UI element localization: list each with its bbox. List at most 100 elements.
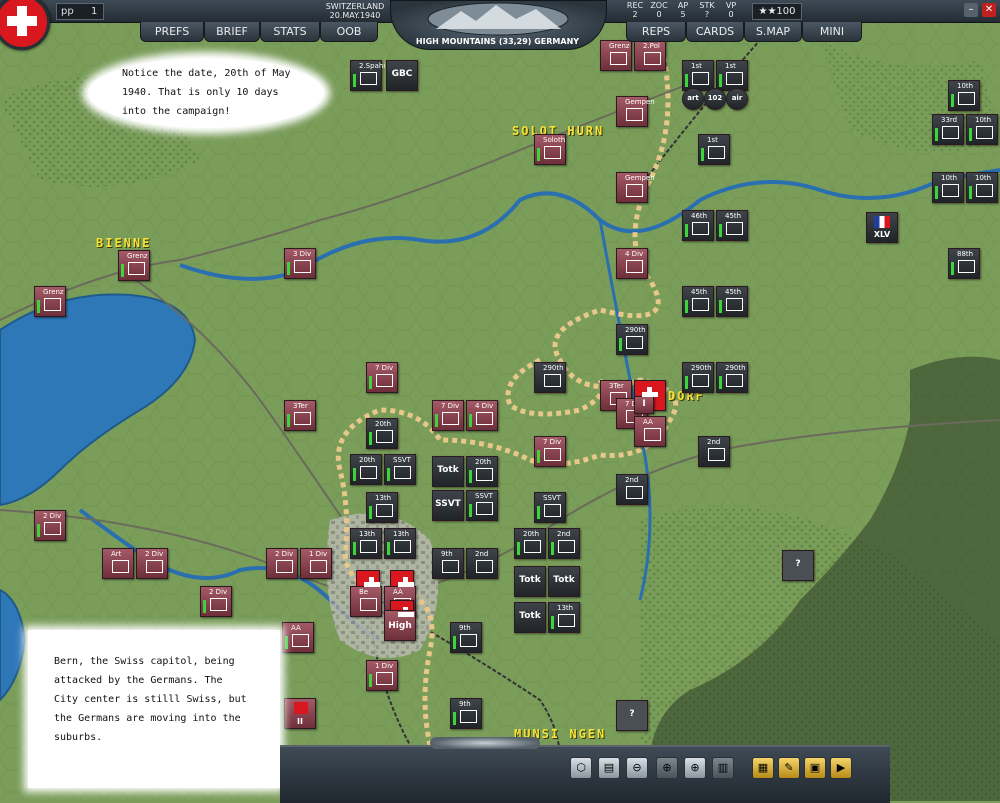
unit-counter[interactable]: air: [726, 88, 748, 110]
unit-counter[interactable]: 102: [704, 88, 726, 110]
unit-counter[interactable]: 2 Div: [34, 510, 66, 541]
unit-counter[interactable]: 2 Div: [200, 586, 232, 617]
unit-counter[interactable]: SSVT: [384, 454, 416, 485]
unit-counter[interactable]: SSVT: [432, 490, 464, 521]
strength-bar: [353, 468, 356, 481]
cards-button[interactable]: CARDS: [686, 22, 744, 42]
unit-counter[interactable]: 33rd: [932, 114, 964, 145]
unit-counter[interactable]: 45th: [716, 286, 748, 317]
unit-counter[interactable]: 9th: [432, 548, 464, 579]
unit-counter[interactable]: 9th: [450, 698, 482, 729]
unit-counter[interactable]: 1st: [716, 60, 748, 91]
armor-symbol: [626, 486, 643, 499]
oob-button[interactable]: OOB: [320, 22, 378, 42]
unit-counter[interactable]: 45th: [716, 210, 748, 241]
unit-counter[interactable]: Soloth: [534, 134, 566, 165]
strategic-map-button[interactable]: S.MAP: [744, 22, 802, 42]
unit-counter[interactable]: AA: [634, 416, 666, 447]
unit-counter[interactable]: 3Ter: [284, 400, 316, 431]
unit-counter[interactable]: 290th: [716, 362, 748, 393]
end-turn-icon[interactable]: ▶: [830, 757, 852, 779]
unknown-unit[interactable]: ?: [616, 700, 648, 731]
unit-counter[interactable]: 13th: [548, 602, 580, 633]
unit-counter[interactable]: 13th: [384, 528, 416, 559]
save-icon[interactable]: ▣: [804, 757, 826, 779]
unit-counter[interactable]: Be: [350, 586, 382, 617]
unit-counter[interactable]: I: [634, 396, 654, 414]
unknown-unit[interactable]: ?: [782, 550, 814, 581]
unit-counter[interactable]: 7 Div: [534, 436, 566, 467]
infantry-symbol: [626, 260, 643, 273]
prefs-button[interactable]: PREFS: [140, 22, 204, 42]
unit-counter[interactable]: 290th: [616, 324, 648, 355]
zoom-out-icon[interactable]: ⊖: [626, 757, 648, 779]
unit-counter[interactable]: 2nd: [698, 436, 730, 467]
unit-counter[interactable]: 13th: [366, 492, 398, 523]
unit-counter[interactable]: 20th: [350, 454, 382, 485]
zoom-in-icon[interactable]: ⊕: [684, 757, 706, 779]
unit-counter[interactable]: 2nd: [548, 528, 580, 559]
unit-counter[interactable]: II: [284, 698, 316, 729]
unit-counter[interactable]: 2nd: [616, 474, 648, 505]
stats-button[interactable]: STATS: [260, 22, 320, 42]
unit-counter[interactable]: Art: [102, 548, 134, 579]
unit-counter[interactable]: Grenz: [34, 286, 66, 317]
unit-counter[interactable]: 3 Div: [284, 248, 316, 279]
research-icon[interactable]: ✎: [778, 757, 800, 779]
unit-counter[interactable]: SSVT: [466, 490, 498, 521]
unit-counter[interactable]: GBC: [386, 60, 418, 91]
unit-counter[interactable]: 9th: [450, 622, 482, 653]
reps-button[interactable]: REPS: [626, 22, 686, 42]
unit-counter[interactable]: Totk: [514, 602, 546, 633]
unit-counter[interactable]: Gempen: [616, 172, 655, 203]
unit-counter[interactable]: 20th: [466, 456, 498, 487]
unit-counter[interactable]: 10th: [932, 172, 964, 203]
unit-counter[interactable]: 2.Spahi: [350, 60, 385, 91]
unit-counter[interactable]: 13th: [350, 528, 382, 559]
unit-counter[interactable]: 1 Div: [300, 548, 332, 579]
unit-counter[interactable]: 45th: [682, 286, 714, 317]
unit-counter[interactable]: AA: [282, 622, 314, 653]
infantry-symbol: [44, 522, 61, 535]
unit-counter[interactable]: SSVT: [534, 492, 566, 523]
unit-counter[interactable]: 1st: [698, 134, 730, 165]
unit-counter[interactable]: 4 Div: [466, 400, 498, 431]
unit-counter[interactable]: 10th: [966, 172, 998, 203]
unit-counter[interactable]: 10th: [948, 80, 980, 111]
unit-counter[interactable]: 2 Div: [136, 548, 168, 579]
report-icon[interactable]: ▦: [752, 757, 774, 779]
pp-label: pp: [61, 6, 74, 17]
unit-list-icon[interactable]: ▤: [598, 757, 620, 779]
unit-counter[interactable]: 290th: [682, 362, 714, 393]
unit-counter[interactable]: 20th: [514, 528, 546, 559]
unit-counter[interactable]: 10th: [966, 114, 998, 145]
unit-counter-corps[interactable]: XLV: [866, 212, 898, 243]
brief-button[interactable]: BRIEF: [204, 22, 260, 42]
zoom-reset-icon[interactable]: ⊕: [656, 757, 678, 779]
unit-counter[interactable]: 2 Div: [266, 548, 298, 579]
unit-counter[interactable]: Totk: [514, 566, 546, 597]
unit-counter[interactable]: 20th: [366, 418, 398, 449]
hex-info-icon[interactable]: ⬡: [570, 757, 592, 779]
unit-counter[interactable]: 7 Div: [432, 400, 464, 431]
unit-counter[interactable]: 46th: [682, 210, 714, 241]
close-icon[interactable]: ✕: [982, 3, 996, 17]
unit-counter[interactable]: Grenz: [118, 250, 150, 281]
unit-counter[interactable]: 1st: [682, 60, 714, 91]
unit-counter[interactable]: 7 Div: [366, 362, 398, 393]
unit-counter[interactable]: 1 Div: [366, 660, 398, 691]
unit-counter[interactable]: art: [682, 88, 704, 110]
unit-counter[interactable]: Totk: [548, 566, 580, 597]
unit-counter[interactable]: Gempen: [616, 96, 655, 127]
infantry-symbol: [276, 560, 293, 573]
unit-counter[interactable]: 290th: [534, 362, 566, 393]
unit-counter[interactable]: 88th: [948, 248, 980, 279]
unit-counter[interactable]: Totk: [432, 456, 464, 487]
unit-counter[interactable]: 2nd: [466, 548, 498, 579]
unit-counter[interactable]: 2.Pol: [634, 40, 666, 71]
infantry-symbol: [476, 468, 493, 481]
undo-icon[interactable]: ▥: [712, 757, 734, 779]
unit-counter[interactable]: 4 Div: [616, 248, 648, 279]
mini-map-button[interactable]: MINI: [802, 22, 862, 42]
minimize-icon[interactable]: –: [964, 3, 978, 17]
